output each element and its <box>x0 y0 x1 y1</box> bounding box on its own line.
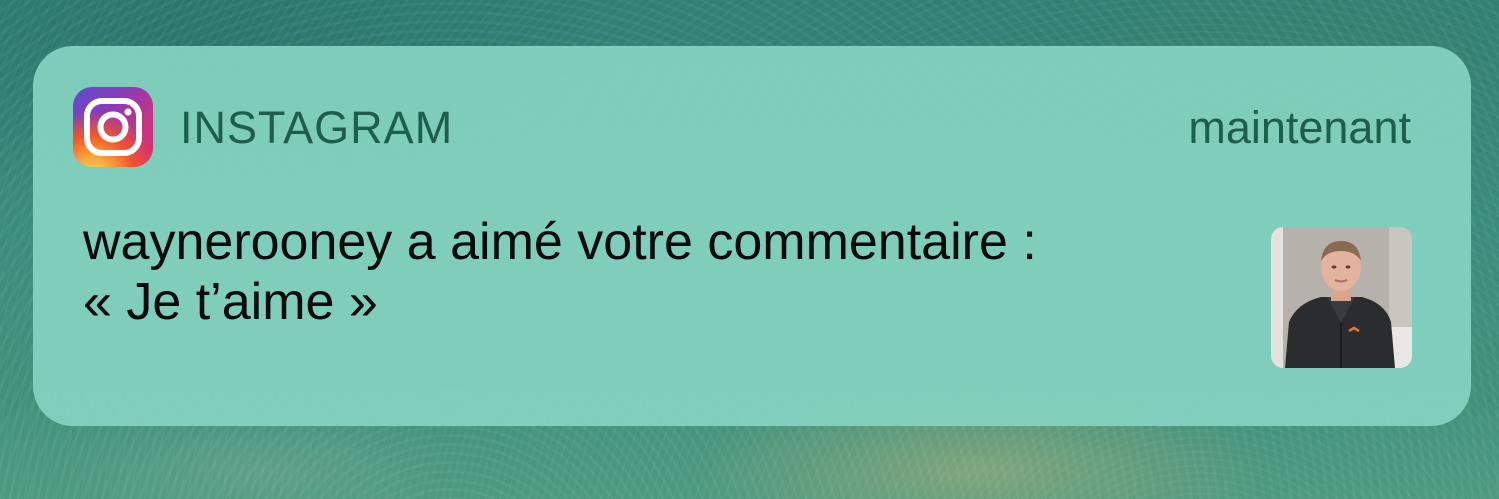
app-name: INSTAGRAM <box>180 102 454 153</box>
message-line-1: waynerooney a aimé votre commentaire : <box>83 213 1037 271</box>
notification-message: waynerooney a aimé votre commentaire : «… <box>83 212 1233 332</box>
notification-timestamp: maintenant <box>1188 102 1411 153</box>
instagram-icon <box>73 87 153 167</box>
message-line-2: « Je t’aime » <box>83 273 378 331</box>
profile-photo-thumbnail <box>1271 227 1412 368</box>
instagram-notification[interactable]: INSTAGRAM maintenant waynerooney a aimé … <box>33 46 1471 426</box>
